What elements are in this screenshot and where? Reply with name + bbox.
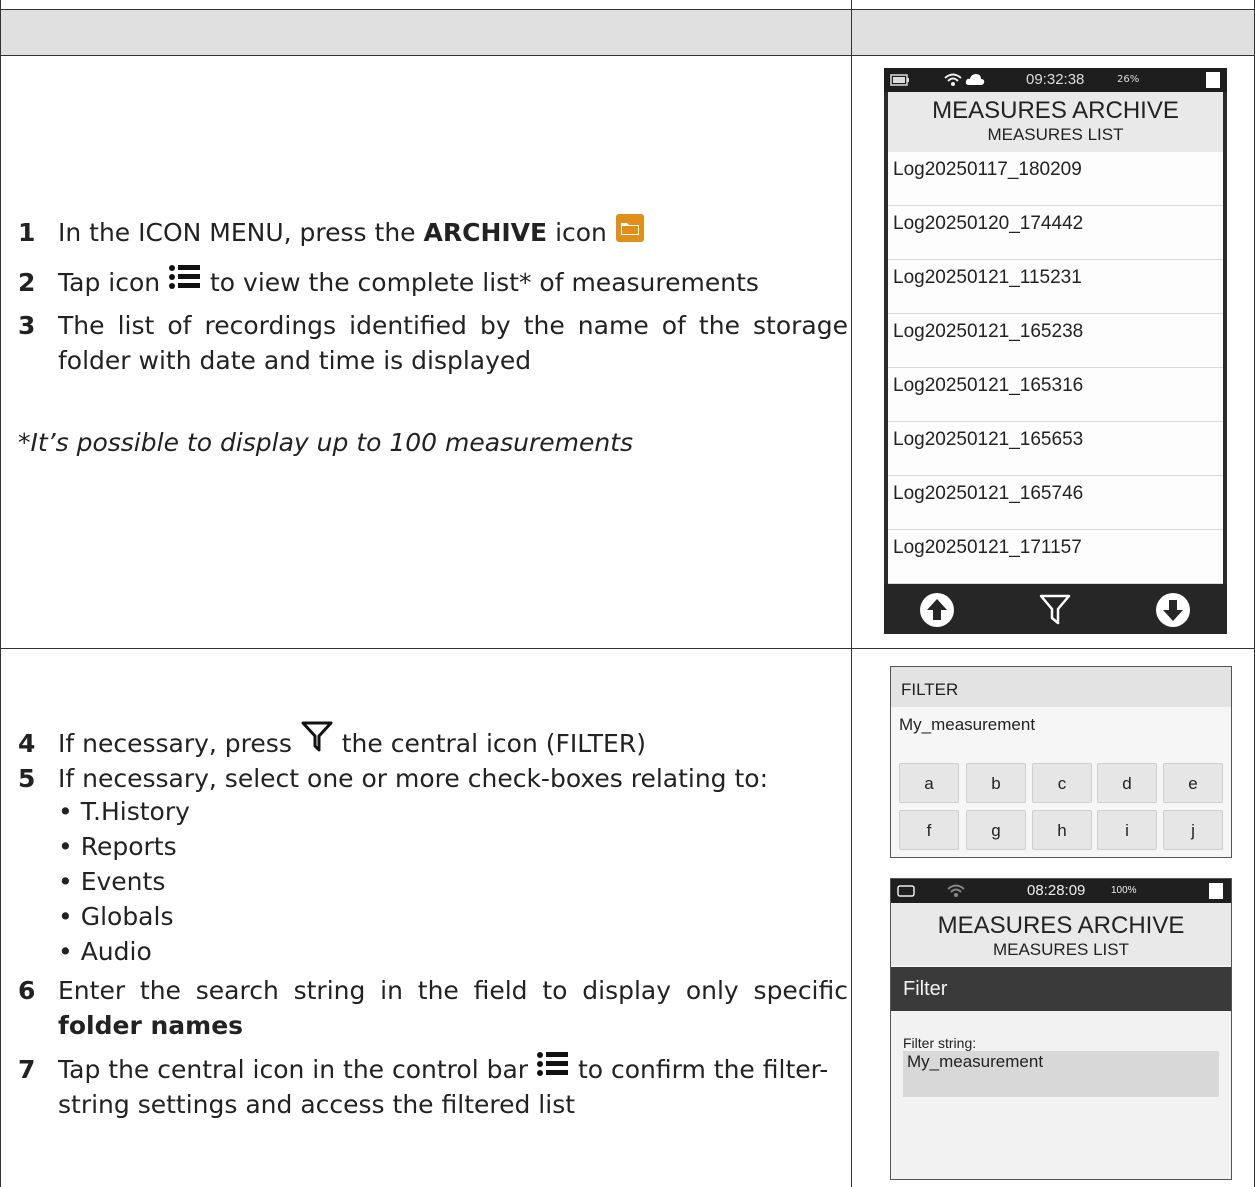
bullet-item: • Reports [58, 832, 177, 861]
status-percent: 100% [1111, 885, 1137, 896]
key-a[interactable]: a [899, 763, 959, 803]
screen-title: MEASURES ARCHIVE [937, 912, 1185, 939]
bullet-item: • Audio [58, 937, 152, 966]
step-bold: ARCHIVE [423, 218, 548, 247]
status-time: 08:28:09 [1027, 882, 1086, 899]
step-text: Tap the central icon in the control bar [58, 1055, 537, 1084]
filter-text-field[interactable]: My_measurement [899, 715, 1035, 735]
step-text: If necessary, press [58, 729, 300, 758]
footnote: *It’s possible to display up to 100 meas… [18, 428, 634, 457]
filter-icon[interactable] [1037, 591, 1073, 627]
battery-icon [890, 74, 909, 86]
status-percent: 26% [1117, 74, 1140, 85]
wifi-icon [947, 884, 965, 897]
step-number: 3 [18, 311, 36, 340]
screen-title: MEASURES ARCHIVE [932, 97, 1179, 124]
status-square [1209, 883, 1223, 899]
arrow-down-icon[interactable] [1155, 592, 1191, 628]
key-j[interactable]: j [1163, 810, 1223, 850]
step-4: 4 If necessary, press the central icon (… [18, 721, 848, 766]
list-item[interactable]: Log20250121_115231 [888, 260, 1223, 314]
step-5: 5 If necessary, select one or more check… [18, 761, 848, 797]
table-header-right [851, 10, 1255, 55]
screen-subtitle: MEASURES LIST [992, 940, 1130, 959]
step-1: 1 In the ICON MENU, press the ARCHIVE ic… [18, 214, 848, 255]
key-e[interactable]: e [1163, 763, 1223, 803]
folder-icon [615, 214, 644, 242]
list-item[interactable]: Log20250117_180209 [888, 152, 1223, 206]
measures-list: Log20250117_180209 Log20250120_174442 Lo… [888, 152, 1223, 584]
step-7: 7 Tap the central icon in the control ba… [18, 1052, 848, 1122]
screen-subtitle: MEASURES LIST [987, 125, 1124, 144]
key-f[interactable]: f [899, 810, 959, 850]
step-number: 6 [18, 976, 36, 1005]
filter-string-input[interactable]: My_measurement [903, 1051, 1219, 1097]
table-border-top [0, 9, 1255, 10]
wifi-icon [944, 73, 962, 86]
list-item[interactable]: Log20250120_174442 [888, 206, 1223, 260]
device-screen-measures-list: 09:32:38 26% MEASURES ARCHIVE MEASURES L… [884, 68, 1227, 634]
step-text: the central icon (FILTER) [333, 729, 646, 758]
key-c[interactable]: c [1032, 763, 1092, 803]
step-text: to view the complete list* of measuremen… [202, 268, 759, 297]
step-text: In the ICON MENU, press the [58, 218, 424, 247]
step-number: 7 [18, 1055, 36, 1084]
step-number: 2 [18, 268, 36, 297]
step-3: 3 The list of recordings identified by t… [18, 308, 848, 378]
step-text: icon [547, 218, 607, 247]
list-item[interactable]: Log20250121_165746 [888, 476, 1223, 530]
key-g[interactable]: g [966, 810, 1026, 850]
screen-header: MEASURES ARCHIVE MEASURES LIST [888, 92, 1223, 152]
filter-title: FILTER [891, 667, 1231, 707]
bullet-item: • Globals [58, 902, 174, 931]
arrow-up-icon[interactable] [919, 592, 955, 628]
table-border-middle [0, 648, 1255, 649]
bullet-item: • Events [58, 867, 166, 896]
filter-bar[interactable]: Filter [891, 967, 1231, 1011]
step-text: Tap icon [58, 268, 169, 297]
cloud-icon [965, 74, 985, 85]
battery-icon [897, 885, 915, 897]
list-item[interactable]: Log20250121_165238 [888, 314, 1223, 368]
step-text: If necessary, select one or more check-b… [58, 764, 769, 793]
step-bold: folder names [58, 1011, 244, 1040]
key-h[interactable]: h [1032, 810, 1092, 850]
step-text: Enter the search string in the field to … [58, 976, 848, 1005]
list-icon [537, 1052, 569, 1076]
list-item[interactable]: Log20250121_165316 [888, 368, 1223, 422]
list-item[interactable]: Log20250121_165653 [888, 422, 1223, 476]
step-text: The list of recordings identified by the… [58, 311, 848, 375]
step-2: 2 Tap icon to view the complete list* of… [18, 265, 848, 305]
table-border-divider [851, 0, 852, 1187]
step-6: 6 Enter the search string in the field t… [18, 973, 848, 1043]
key-i[interactable]: i [1097, 810, 1157, 850]
key-d[interactable]: d [1097, 763, 1157, 803]
bullet-item: • T.History [58, 797, 190, 826]
step-number: 4 [18, 729, 36, 758]
filter-icon [301, 721, 333, 752]
table-border-left [0, 0, 1, 1187]
filter-string-label: Filter string: [903, 1035, 977, 1051]
control-bar [884, 584, 1227, 634]
status-square [1206, 72, 1220, 88]
status-time: 09:32:38 [1026, 71, 1085, 88]
screen-header: MEASURES ARCHIVE MEASURES LIST [891, 903, 1231, 965]
device-screen-filter-keyboard: FILTER My_measurement a b c d e f g h i … [890, 666, 1232, 858]
list-item[interactable]: Log20250121_171157 [888, 530, 1223, 584]
step-number: 5 [18, 764, 36, 793]
key-b[interactable]: b [966, 763, 1026, 803]
status-bar: 09:32:38 26% [884, 68, 1227, 92]
table-border-header [0, 55, 1255, 56]
list-icon [169, 265, 201, 289]
status-bar: 08:28:09 100% [891, 879, 1231, 903]
device-screen-filter-settings: 08:28:09 100% MEASURES ARCHIVE MEASURES … [890, 878, 1232, 1180]
step-number: 1 [18, 218, 36, 247]
table-header-left [0, 10, 851, 55]
